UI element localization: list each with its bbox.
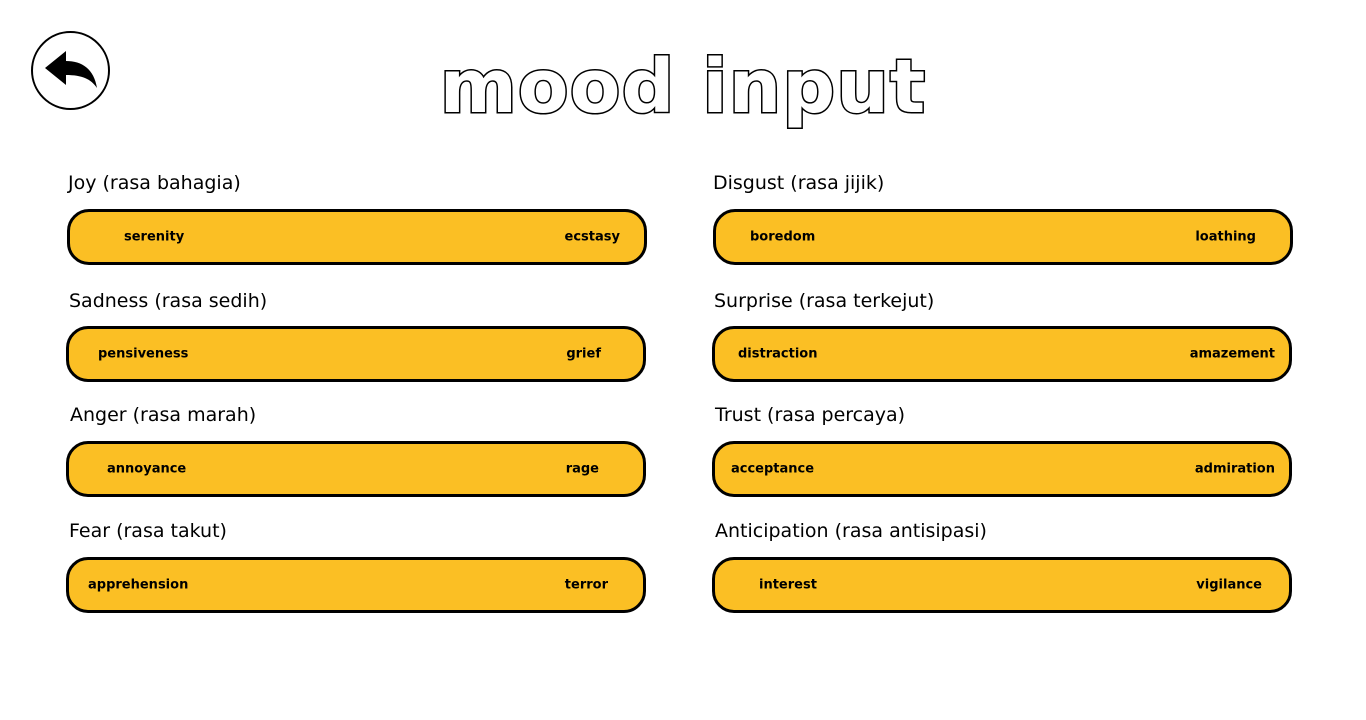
slider-low-label: distraction <box>738 346 818 362</box>
slider-disgust[interactable]: boredom loathing <box>713 209 1293 265</box>
slider-low-label: acceptance <box>731 461 815 477</box>
mood-label-surprise: Surprise (rasa terkejut) <box>714 290 935 312</box>
slider-low-label: apprehension <box>88 577 189 593</box>
slider-low-label: annoyance <box>107 461 187 477</box>
slider-low-label: boredom <box>750 229 816 245</box>
slider-high-label: loathing <box>1195 229 1256 245</box>
slider-anger[interactable]: annoyance rage <box>66 441 646 497</box>
slider-high-label: admiration <box>1194 461 1275 477</box>
slider-joy[interactable]: serenity ecstasy <box>67 209 647 265</box>
slider-low-label: interest <box>759 577 817 593</box>
slider-sadness[interactable]: pensiveness grief <box>66 326 646 382</box>
slider-fear[interactable]: apprehension terror <box>66 557 646 613</box>
slider-high-label: ecstasy <box>564 229 620 245</box>
mood-label-joy: Joy (rasa bahagia) <box>68 172 241 194</box>
mood-label-anticipation: Anticipation (rasa antisipasi) <box>715 520 987 542</box>
slider-high-label: terror <box>564 577 608 593</box>
slider-high-label: vigilance <box>1196 577 1262 593</box>
slider-low-label: pensiveness <box>98 346 189 362</box>
mood-label-anger: Anger (rasa marah) <box>70 404 257 426</box>
slider-high-label: amazement <box>1189 346 1275 362</box>
slider-anticipation[interactable]: interest vigilance <box>712 557 1292 613</box>
slider-trust[interactable]: acceptance admiration <box>712 441 1292 497</box>
slider-surprise[interactable]: distraction amazement <box>712 326 1292 382</box>
mood-label-disgust: Disgust (rasa jijik) <box>713 172 885 194</box>
slider-low-label: serenity <box>124 229 185 245</box>
mood-label-sadness: Sadness (rasa sedih) <box>69 290 268 312</box>
slider-high-label: grief <box>566 346 601 362</box>
slider-high-label: rage <box>565 461 599 477</box>
mood-label-trust: Trust (rasa percaya) <box>715 404 906 426</box>
page-title: mood input <box>438 44 927 130</box>
mood-label-fear: Fear (rasa takut) <box>69 520 227 542</box>
